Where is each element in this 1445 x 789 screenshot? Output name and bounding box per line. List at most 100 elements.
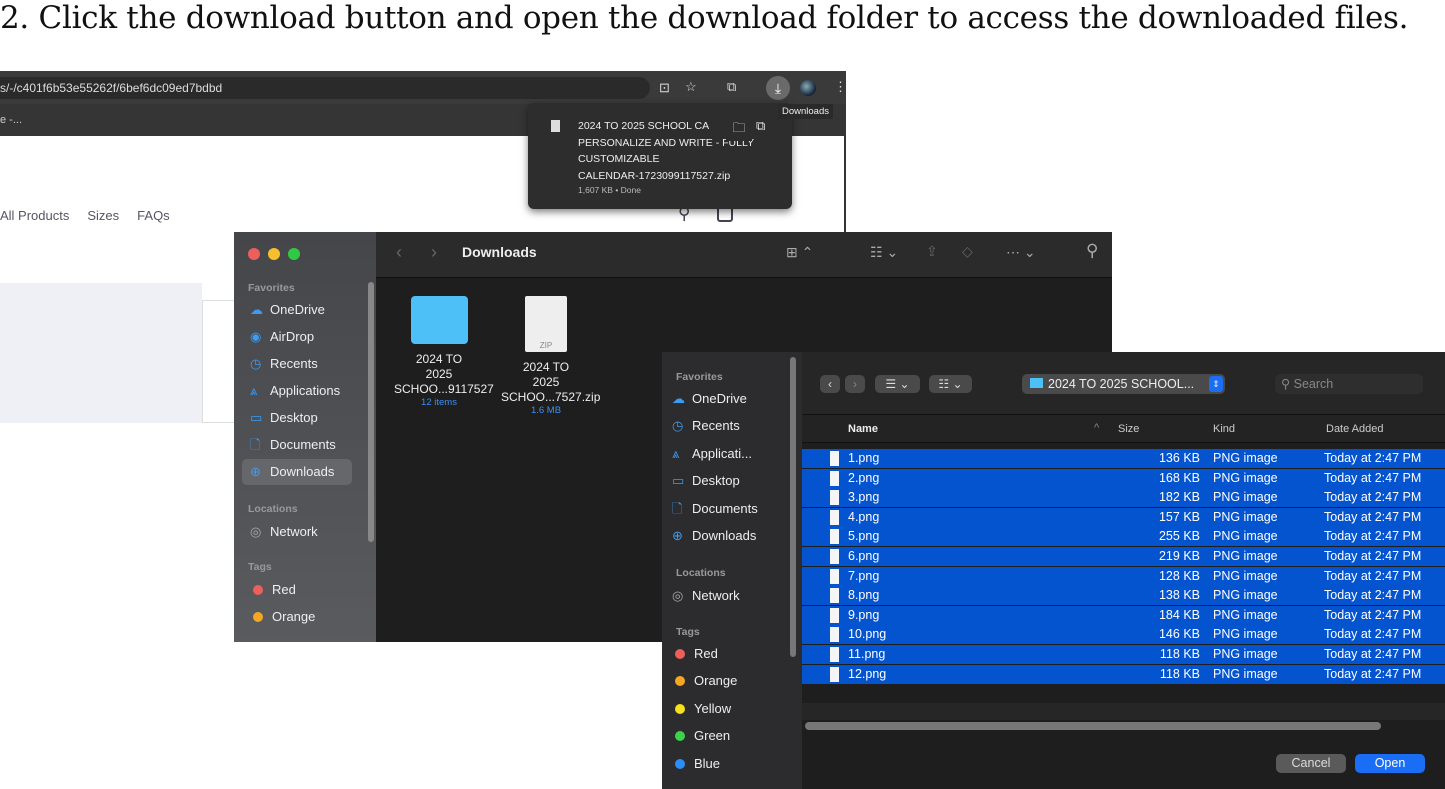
open-external-icon[interactable]: ⧉: [756, 118, 765, 134]
horizontal-scrollbar[interactable]: [805, 722, 1381, 730]
column-date-added[interactable]: Date Added: [1326, 423, 1384, 435]
close-button[interactable]: [248, 248, 260, 260]
file-row[interactable]: 1.png 136 KB PNG image Today at 2:47 PM: [802, 449, 1445, 468]
dialog-sidebar: Favorites ☁ OneDrive ◷ Recents ⩓ Applicati...…: [662, 352, 802, 789]
sidebar-scrollbar[interactable]: [790, 357, 796, 657]
sidebar-item-downloads[interactable]: ⊕ Downloads: [664, 523, 774, 549]
url-bar[interactable]: s/-/c401f6b53e55262f/6bef6dc09ed7bdbd: [0, 77, 650, 99]
tag-blue[interactable]: Blue: [664, 751, 774, 777]
column-name[interactable]: Name: [848, 423, 878, 435]
file-row[interactable]: 6.png 219 KB PNG image Today at 2:47 PM: [802, 547, 1445, 566]
sidebar-item-label: Downloads: [270, 464, 335, 479]
sidebar-item-network[interactable]: ◎ Network: [242, 519, 352, 545]
list-view-button[interactable]: ☰ ⌄: [875, 375, 920, 393]
share-icon[interactable]: ⇪: [926, 243, 938, 260]
forward-icon[interactable]: ›: [431, 242, 437, 263]
tag-orange[interactable]: Orange: [664, 668, 774, 694]
download-name-line: CUSTOMIZABLE: [578, 153, 660, 165]
png-file-icon: [830, 627, 839, 643]
file-name: 9.png: [848, 607, 880, 622]
sidebar-item-label: OneDrive: [270, 302, 325, 317]
group-icon[interactable]: ☷ ⌄: [870, 244, 898, 261]
file-name: 7.png: [848, 568, 880, 583]
file-date: Today at 2:47 PM: [1324, 666, 1422, 681]
more-icon[interactable]: ⋯ ⌄: [1006, 244, 1036, 261]
nav-all-products[interactable]: All Products: [0, 208, 69, 223]
search-field[interactable]: ⚲ Search: [1275, 374, 1423, 394]
cancel-button[interactable]: Cancel: [1276, 754, 1346, 773]
download-button[interactable]: ⤓: [766, 76, 790, 100]
view-grid-icon[interactable]: ⊞ ⌃: [786, 244, 813, 261]
cloud-icon: ☁: [250, 302, 263, 317]
sidebar-scrollbar[interactable]: [368, 282, 374, 542]
tag-orange[interactable]: Orange: [242, 604, 352, 630]
file-row[interactable]: 11.png 118 KB PNG image Today at 2:47 PM: [802, 645, 1445, 664]
group-button[interactable]: ☷ ⌄: [929, 375, 972, 393]
minimize-button[interactable]: [268, 248, 280, 260]
path-popup[interactable]: 2024 TO 2025 SCHOOL... ⇕: [1022, 374, 1225, 394]
nav-faqs[interactable]: FAQs: [137, 208, 170, 223]
tag-yellow[interactable]: Yellow: [664, 696, 774, 722]
tag-green[interactable]: Green: [664, 723, 774, 749]
star-icon[interactable]: ☆: [685, 79, 697, 95]
file-row[interactable]: 7.png 128 KB PNG image Today at 2:47 PM: [802, 566, 1445, 586]
sidebar-item-recents[interactable]: ◷ Recents: [664, 413, 774, 439]
folder-icon[interactable]: 🗀: [726, 119, 752, 141]
sidebar-item-documents[interactable]: 🗋 Documents: [242, 432, 352, 458]
folder-item[interactable]: 2024 TO 2025 SCHOO...9117527 12 items: [394, 296, 494, 409]
sidebar-item-desktop[interactable]: ▭ Desktop: [242, 405, 352, 431]
file-row[interactable]: 9.png 184 KB PNG image Today at 2:47 PM: [802, 605, 1445, 625]
file-row[interactable]: 12.png 118 KB PNG image Today at 2:47 PM: [802, 664, 1445, 684]
downloads-tooltip: Downloads: [778, 104, 833, 119]
sidebar-item-label: Recents: [270, 356, 318, 371]
extensions-icon[interactable]: ⧉: [727, 79, 736, 95]
sidebar-item-label: Network: [692, 588, 740, 603]
tag-red[interactable]: Red: [242, 577, 352, 603]
file-row[interactable]: 4.png 157 KB PNG image Today at 2:47 PM: [802, 507, 1445, 527]
sidebar-item-desktop[interactable]: ▭ Desktop: [664, 468, 774, 494]
menu-icon[interactable]: ⋮: [834, 79, 847, 95]
tag-dot-icon: [675, 676, 685, 687]
file-row[interactable]: 2.png 168 KB PNG image Today at 2:47 PM: [802, 468, 1445, 488]
sidebar-item-applicati[interactable]: ⩓ Applicati...: [664, 441, 774, 467]
file-size: 255 KB: [1158, 529, 1200, 544]
file-row[interactable]: 5.png 255 KB PNG image Today at 2:47 PM: [802, 527, 1445, 547]
open-button[interactable]: Open: [1355, 754, 1425, 773]
file-kind: PNG image: [1213, 627, 1278, 642]
column-size[interactable]: Size: [1118, 423, 1139, 435]
file-row[interactable]: 3.png 182 KB PNG image Today at 2:47 PM: [802, 488, 1445, 508]
tag-icon[interactable]: ◇: [962, 243, 973, 260]
column-kind[interactable]: Kind: [1213, 423, 1235, 435]
file-kind: PNG image: [1213, 490, 1278, 505]
forward-button[interactable]: ›: [845, 375, 865, 393]
profile-avatar[interactable]: [800, 80, 816, 96]
sidebar-item-network[interactable]: ◎ Network: [664, 583, 774, 609]
sidebar-item-applications[interactable]: ⩓ Applications: [242, 378, 352, 404]
sidebar-item-recents[interactable]: ◷ Recents: [242, 351, 352, 377]
tag-red[interactable]: Red: [664, 641, 774, 667]
tag-dot-icon: [253, 585, 263, 595]
file-row[interactable]: 10.png 146 KB PNG image Today at 2:47 PM: [802, 625, 1445, 645]
back-icon[interactable]: ‹: [396, 242, 402, 263]
sidebar-item-onedrive[interactable]: ☁ OneDrive: [242, 297, 352, 323]
zoom-button[interactable]: [288, 248, 300, 260]
tag-dot-icon: [675, 758, 685, 769]
nav-sizes[interactable]: Sizes: [87, 208, 119, 223]
lens-icon[interactable]: ⊡: [659, 80, 670, 96]
file-size: 118 KB: [1159, 666, 1200, 681]
item-meta: 1.6 MB: [530, 405, 562, 416]
sidebar-item-onedrive[interactable]: ☁ OneDrive: [664, 386, 774, 412]
search-icon: ⚲: [1281, 377, 1294, 391]
sidebar-item-airdrop[interactable]: ◉ AirDrop: [242, 324, 352, 350]
zip-item[interactable]: ZIP 2024 TO 2025 SCHOO...7527.zip 1.6 MB: [501, 296, 600, 417]
sidebar-item-label: AirDrop: [270, 329, 315, 344]
bookmark-item[interactable]: e -...: [0, 114, 22, 126]
file-row[interactable]: 8.png 138 KB PNG image Today at 2:47 PM: [802, 586, 1445, 606]
search-icon[interactable]: ⚲: [1086, 241, 1098, 261]
back-button[interactable]: ‹: [820, 375, 840, 393]
png-file-icon: [830, 509, 839, 525]
file-size: 182 KB: [1158, 490, 1200, 505]
sidebar-item-documents[interactable]: 🗋 Documents: [664, 496, 774, 522]
tags-label: Tags: [676, 626, 700, 638]
sidebar-item-downloads[interactable]: ⊕ Downloads: [242, 459, 352, 485]
